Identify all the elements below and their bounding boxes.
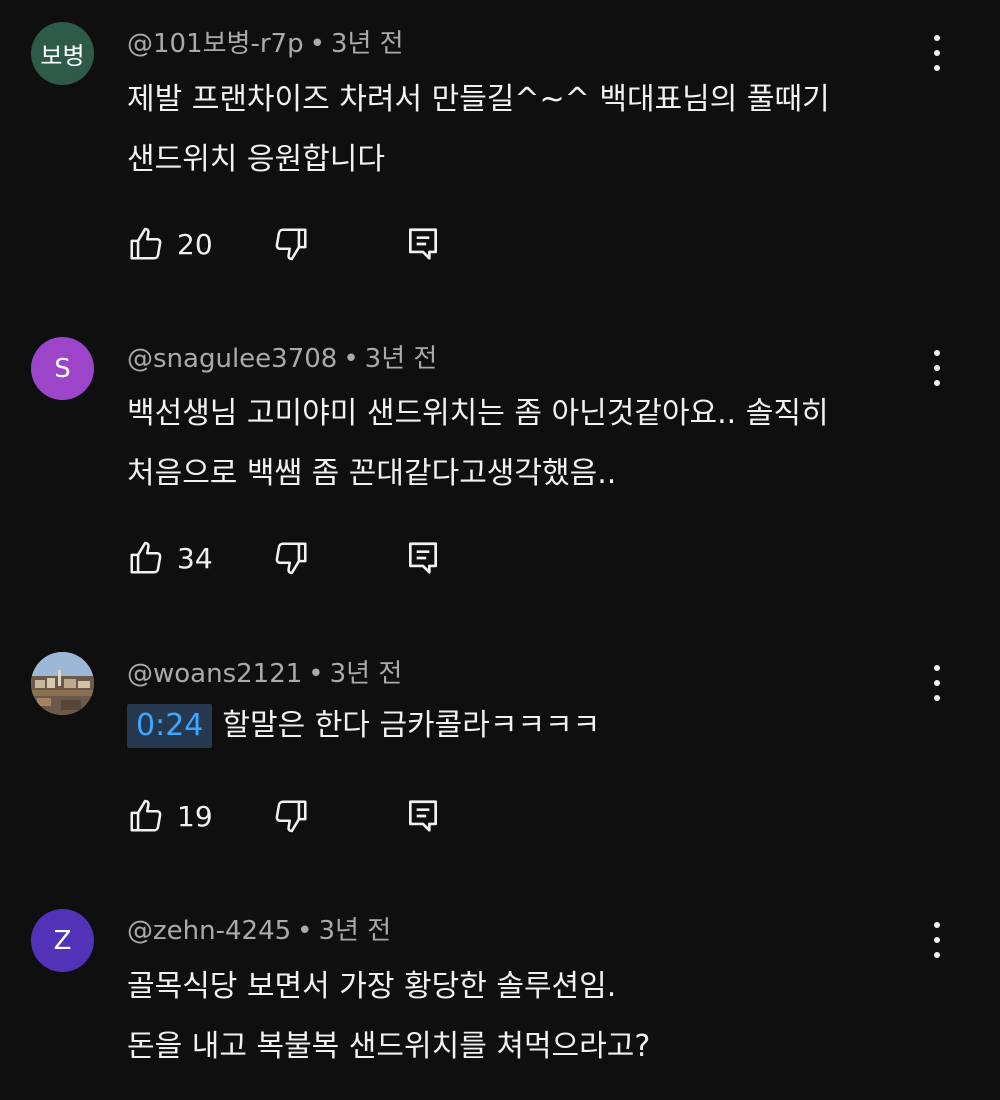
comment-meta: @woans2121 • 3년 전	[127, 657, 402, 691]
like-button[interactable]: 19	[127, 796, 213, 836]
comment-author[interactable]: @zehn-4245	[127, 916, 291, 946]
reply-button[interactable]	[404, 796, 442, 836]
comment-author[interactable]: @101보병-r7p	[127, 29, 304, 59]
comment-text: 골목식당 보면서 가장 황당한 솔루션임. 돈을 내고 복불복 샌드위치를 쳐먹…	[127, 957, 927, 1077]
comment-text: 백선생님 고미야미 샌드위치는 좀 아닌것같아요.. 솔직히 처음으로 백쌤 좀…	[127, 384, 927, 504]
comment-meta: @101보병-r7p • 3년 전	[127, 27, 404, 61]
landscape-photo-icon	[31, 652, 94, 715]
comment-author[interactable]: @snagulee3708	[127, 344, 337, 374]
reply-button[interactable]	[404, 538, 442, 578]
more-vertical-icon[interactable]	[922, 920, 952, 960]
comment-author[interactable]: @woans2121	[127, 659, 302, 689]
meta-separator: •	[297, 916, 313, 946]
thumbs-up-icon	[130, 799, 162, 832]
comment-age[interactable]: 3년 전	[365, 344, 438, 374]
avatar-initials: 보병	[40, 42, 85, 70]
dislike-button[interactable]	[272, 224, 310, 264]
reply-comment-icon	[408, 800, 438, 832]
thumbs-up-icon	[130, 227, 162, 260]
meta-separator: •	[309, 29, 325, 59]
comment-actions: 34	[127, 538, 487, 578]
comment-age[interactable]: 3년 전	[319, 916, 392, 946]
comment-age[interactable]: 3년 전	[330, 659, 403, 689]
more-vertical-icon[interactable]	[922, 348, 952, 388]
avatar[interactable]: S	[31, 337, 94, 400]
like-count: 19	[177, 799, 213, 833]
comment-meta: @zehn-4245 • 3년 전	[127, 914, 391, 948]
avatar[interactable]: 보병	[31, 22, 94, 85]
reply-comment-icon	[408, 228, 438, 260]
avatar-initials: Z	[53, 925, 72, 956]
like-count: 20	[177, 227, 213, 261]
comment-line: 백선생님 고미야미 샌드위치는 좀 아닌것같아요.. 솔직히	[127, 396, 829, 431]
comment-line: 돈을 내고 복불복 샌드위치를 쳐먹으라고?	[127, 1029, 651, 1064]
comment-text: 0:24 할말은 한다 금카콜라ㅋㅋㅋㅋ	[127, 696, 927, 756]
comment-line: 0:24 할말은 한다 금카콜라ㅋㅋㅋㅋ	[127, 696, 927, 756]
like-button[interactable]: 34	[127, 538, 213, 578]
comment-line: 샌드위치 응원합니다	[127, 142, 385, 177]
like-button[interactable]: 20	[127, 224, 213, 264]
avatar-initials: S	[54, 353, 71, 384]
comment-actions: 19	[127, 796, 487, 836]
thumbs-down-icon	[275, 228, 307, 261]
comment-meta: @snagulee3708 • 3년 전	[127, 342, 437, 376]
comment-line: 처음으로 백쌤 좀 꼰대같다고생각했음..	[127, 456, 617, 491]
meta-separator: •	[308, 659, 324, 689]
dislike-button[interactable]	[272, 796, 310, 836]
comment-age[interactable]: 3년 전	[331, 29, 404, 59]
like-count: 34	[177, 541, 213, 575]
dislike-button[interactable]	[272, 538, 310, 578]
comment-text: 제발 프랜차이즈 차려서 만들길^~^ 백대표님의 풀때기 샌드위치 응원합니다	[127, 70, 927, 190]
thumbs-down-icon	[275, 800, 307, 833]
timestamp-link[interactable]: 0:24	[127, 704, 213, 748]
reply-button[interactable]	[404, 224, 442, 264]
reply-comment-icon	[408, 542, 438, 574]
meta-separator: •	[343, 344, 359, 374]
comment-line-text: 할말은 한다 금카콜라ㅋㅋㅋㅋ	[222, 708, 601, 743]
comment-line: 골목식당 보면서 가장 황당한 솔루션임.	[127, 969, 617, 1004]
comment-line: 제발 프랜차이즈 차려서 만들길^~^ 백대표님의 풀때기	[127, 82, 830, 117]
comment-actions: 20	[127, 224, 487, 264]
avatar[interactable]: Z	[31, 909, 94, 972]
more-vertical-icon[interactable]	[922, 33, 952, 73]
thumbs-down-icon	[275, 542, 307, 575]
avatar[interactable]	[31, 652, 94, 715]
thumbs-up-icon	[130, 541, 162, 574]
